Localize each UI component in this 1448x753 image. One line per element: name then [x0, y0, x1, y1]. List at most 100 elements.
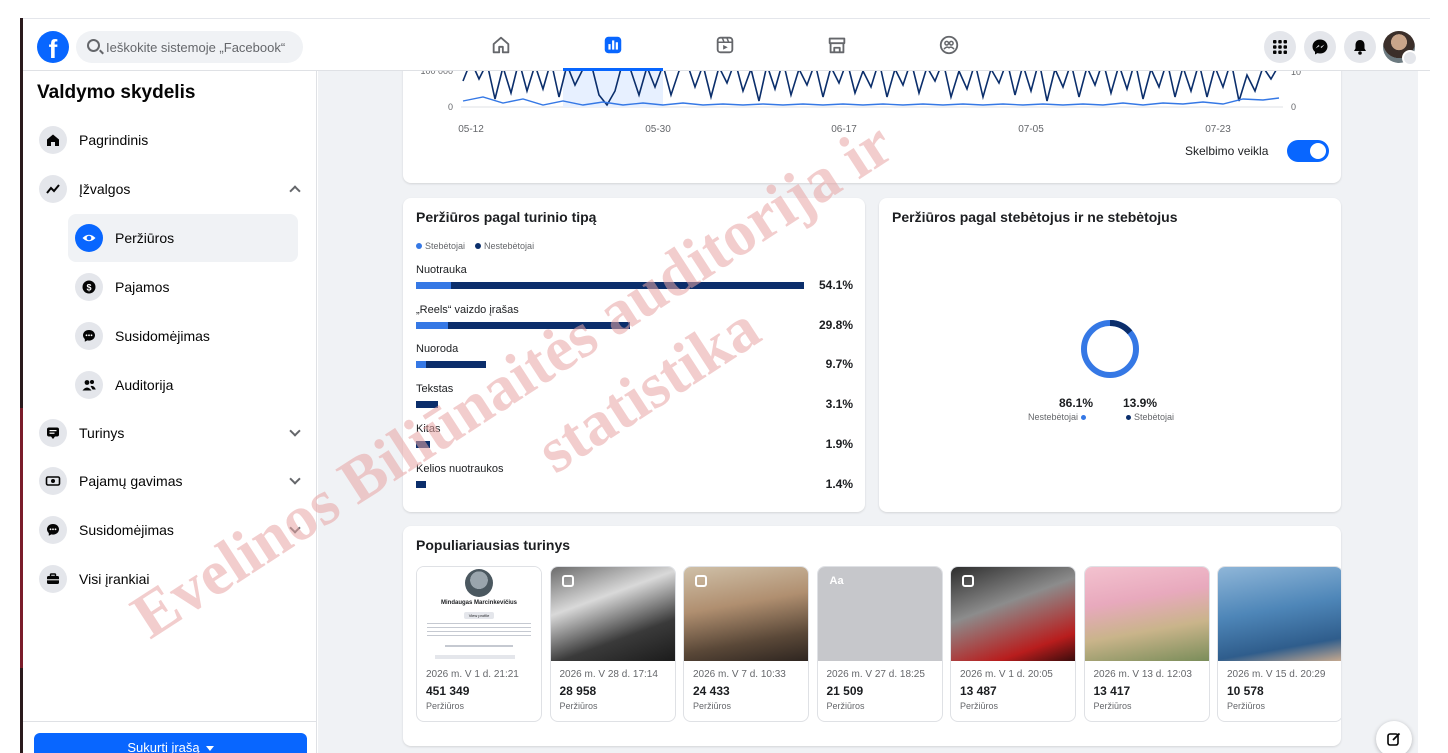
toolbox-icon — [39, 565, 67, 593]
bar — [416, 321, 630, 329]
post-views-count: 24 433 — [693, 684, 730, 698]
create-post-button[interactable]: Sukurti įrašą — [34, 733, 307, 753]
bar-segment-non-followers — [416, 401, 439, 409]
bar-segment-followers — [416, 361, 427, 369]
popular-post-card[interactable]: 2026 m. V 1 d. 20:05 13 487 Peržiūros — [950, 566, 1076, 722]
post-views-label: Peržiūros — [559, 701, 598, 711]
sidebar-subitem-label: Susidomėjimas — [115, 328, 210, 344]
sidebar-item-label: Pajamų gavimas — [79, 473, 183, 489]
post-views-label: Peržiūros — [826, 701, 865, 711]
legend-dot — [475, 243, 482, 249]
sidebar-item-engagement[interactable]: Susidomėjimas — [31, 506, 309, 554]
popular-content-card: Populiariausias turinys Mindaugas Marcin… — [403, 526, 1341, 746]
views-line-chart: 100 000 0 10 0 05-12 05-30 06-17 07-05 07-23 — [420, 61, 1301, 135]
messenger-button[interactable] — [1304, 31, 1336, 63]
compose-button[interactable] — [1376, 721, 1412, 753]
sidebar-subitem-engagement[interactable]: Susidomėjimas — [68, 312, 298, 360]
sidebar-subitem-audience[interactable]: Auditorija — [68, 361, 298, 409]
post-thumbnail: Mindaugas Marcinkevičius View profile — [417, 567, 541, 661]
sidebar-subitem-views[interactable]: Peržiūros — [68, 214, 298, 262]
sidebar-item-monetization[interactable]: Pajamų gavimas — [31, 457, 309, 505]
popular-post-card[interactable]: Aa 2026 m. V 27 d. 18:25 21 509 Peržiūros — [816, 566, 943, 722]
post-views-count: 28 958 — [559, 684, 597, 698]
search-input[interactable] — [106, 37, 296, 57]
chevron-up-icon[interactable] — [289, 185, 301, 197]
popular-post-card[interactable]: Mindaugas Marcinkevičius View profile 2026… — [416, 566, 542, 722]
bar-segment-non-followers — [450, 282, 804, 289]
sidebar-item-label: Pagrindinis — [79, 132, 149, 148]
search-box[interactable] — [76, 31, 303, 63]
tab-groups[interactable] — [899, 19, 999, 71]
post-thumbnail — [550, 567, 675, 661]
marketplace-icon — [828, 37, 846, 54]
tab-marketplace[interactable] — [787, 19, 887, 71]
bar-segment-non-followers — [416, 480, 427, 488]
post-text-lines — [445, 645, 513, 647]
tab-insights[interactable] — [563, 19, 663, 71]
ads-activity-toggle[interactable] — [1287, 140, 1329, 162]
dollar-icon: $ — [75, 273, 103, 301]
bar-row: Kelios nuotraukos 1.4% — [416, 463, 856, 499]
bar — [416, 440, 430, 448]
chevron-down-icon[interactable] — [289, 425, 301, 437]
legend-label: Nestebėtojai — [484, 241, 535, 251]
menu-grid-icon — [1273, 40, 1287, 54]
tab-video[interactable] — [675, 19, 775, 71]
chart-legend: Stebėtojai Nestebėtojai — [416, 241, 534, 251]
bar-segment-followers — [416, 282, 451, 289]
views-by-followers-card: Peržiūros pagal stebėtojus ir ne stebėto… — [879, 198, 1341, 512]
legend-item-non-followers: Nestebėtojai — [475, 241, 534, 251]
tab-home[interactable] — [451, 19, 551, 71]
post-views-label: Peržiūros — [1227, 701, 1266, 711]
post-thumbnail — [684, 567, 808, 661]
popular-post-card[interactable]: 2026 m. V 13 d. 12:03 13 417 Peržiūros — [1083, 566, 1210, 722]
bar-row: Nuotrauka 54.1% — [416, 264, 856, 300]
sidebar-subitem-label: Peržiūros — [115, 230, 175, 246]
people-icon — [75, 371, 103, 399]
bar-category-label: Nuotrauka — [416, 264, 467, 276]
x-tick-label: 07-05 — [1018, 124, 1044, 135]
sidebar-item-label: Visi įrankiai — [79, 571, 150, 587]
popular-post-card[interactable]: 2026 m. V 7 d. 10:33 24 433 Peržiūros — [683, 566, 809, 722]
sidebar-subitem-label: Auditorija — [115, 377, 174, 393]
eye-icon — [75, 224, 103, 252]
notifications-button[interactable] — [1344, 31, 1376, 63]
post-thumbnail — [1218, 567, 1341, 661]
chat-icon — [75, 322, 103, 350]
facebook-logo[interactable]: f — [37, 31, 69, 63]
bar — [416, 282, 804, 289]
sidebar-title: Valdymo skydelis — [37, 82, 196, 103]
menu-grid-button[interactable] — [1264, 31, 1296, 63]
post-views-label: Peržiūros — [426, 701, 465, 711]
sidebar-item-label: Turinys — [79, 425, 125, 441]
chevron-down-icon[interactable] — [289, 473, 301, 485]
legend-dot — [1081, 414, 1087, 420]
sidebar-item-all-tools[interactable]: Visi įrankiai — [31, 555, 309, 603]
sidebar-subitem-revenue[interactable]: $ Pajamos — [68, 263, 298, 311]
popular-post-card[interactable]: 2026 m. V 28 d. 17:14 28 958 Peržiūros — [549, 566, 676, 722]
chat-icon — [39, 516, 67, 544]
views-by-content-type-card: Peržiūros pagal turinio tipą Stebėtojai … — [403, 198, 865, 512]
bar-segment-non-followers — [426, 361, 486, 369]
post-thumbnail — [951, 567, 1075, 661]
video-icon — [716, 36, 734, 54]
legend-label: Nestebėtojai — [1028, 412, 1079, 422]
sidebar-item-home[interactable]: Pagrindinis — [31, 116, 309, 164]
card-title: Peržiūros pagal stebėtojus ir ne stebėto… — [892, 209, 1178, 225]
avatar[interactable] — [1383, 31, 1418, 66]
bar-segment-followers — [416, 321, 449, 329]
post-date: 2026 m. V 15 d. 20:29 — [1227, 669, 1326, 680]
bell-icon — [1354, 40, 1366, 55]
legend-label: Stebėtojai — [1134, 412, 1175, 422]
bar-row: „Reels“ vaizdo įrašas 29.8% — [416, 304, 856, 340]
sidebar-item-insights[interactable]: Įžvalgos — [31, 165, 309, 213]
card-title: Populiariausias turinys — [416, 537, 571, 553]
popular-post-card[interactable]: 2026 m. V 15 d. 20:29 10 578 Peržiūros — [1217, 566, 1341, 722]
bar-value-label: 1.9% — [825, 436, 853, 451]
legend-item-followers: Stebėtojai — [416, 241, 465, 251]
ads-activity-label: Skelbimo veikla — [1185, 144, 1269, 158]
post-views-label: Peržiūros — [960, 701, 999, 711]
post-date: 2026 m. V 1 d. 21:21 — [426, 669, 519, 680]
sidebar-item-content[interactable]: Turinys — [31, 409, 309, 457]
chevron-down-icon[interactable] — [289, 522, 301, 534]
